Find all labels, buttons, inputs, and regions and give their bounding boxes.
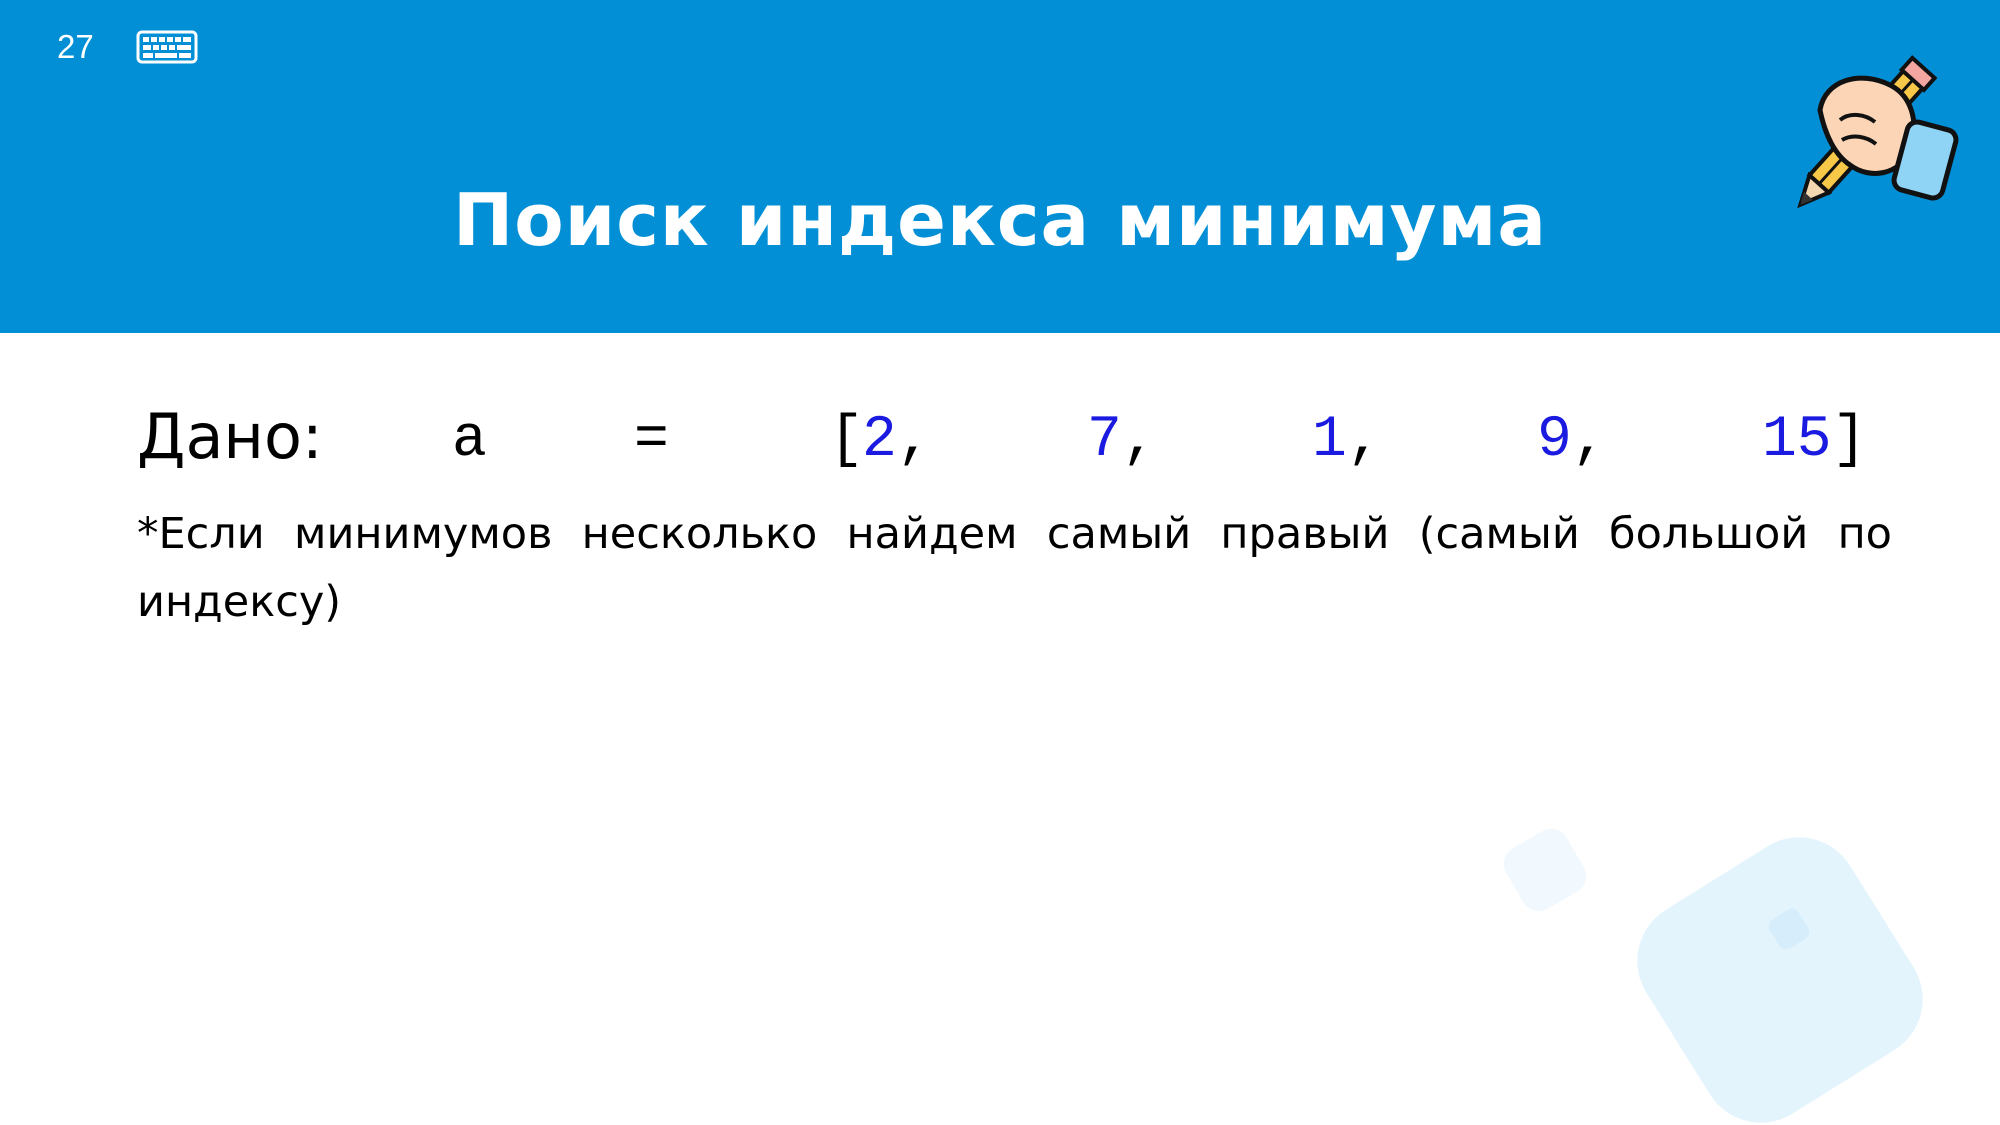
array-item-1: 7 (1087, 408, 1122, 473)
slide-number: 27 (57, 28, 94, 65)
comma-2: , (1347, 408, 1382, 473)
array-item-4: 15 (1762, 408, 1832, 473)
keyboard-icon (136, 30, 198, 64)
note-text: *Если минимумов несколько найдем самый п… (137, 509, 1892, 627)
slide: 27 Поиск индекса минимума Дано: a = [2 … (0, 0, 2000, 1125)
slide-title: Поиск индекса минимума (453, 178, 1547, 262)
decorative-shapes (1503, 828, 1923, 1123)
header-banner: 27 Поиск индекса минимума (0, 0, 2000, 333)
array-item-3: 9 (1537, 408, 1572, 473)
array-variable: a (452, 408, 487, 473)
given-label: Дано: (137, 400, 323, 473)
comma-0: , (897, 408, 932, 473)
open-bracket: [ (829, 408, 864, 473)
comma-1: , (1122, 408, 1157, 473)
array-item-2: 1 (1312, 408, 1347, 473)
comma-3: , (1572, 408, 1607, 473)
array-item-0: 2 (862, 408, 897, 473)
close-bracket: ] (1832, 408, 1867, 473)
assign-operator: = (634, 408, 669, 473)
hand-writing-pencil-icon (1797, 55, 1959, 209)
